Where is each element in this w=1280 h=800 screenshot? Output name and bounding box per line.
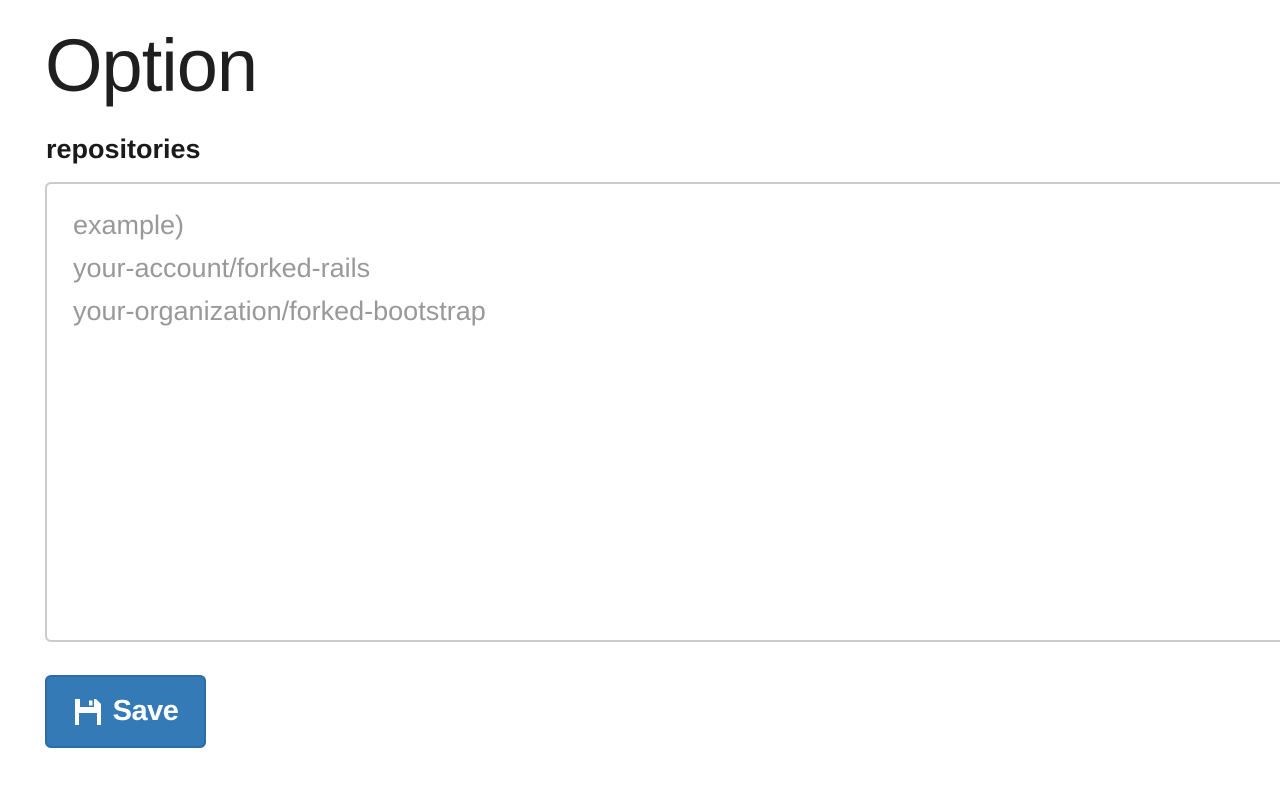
repositories-textarea[interactable] bbox=[45, 182, 1280, 642]
repositories-label: repositories bbox=[46, 134, 201, 164]
page-title: Option bbox=[45, 24, 258, 107]
options-page: Option repositories Save bbox=[0, 0, 1280, 800]
save-button[interactable]: Save bbox=[45, 675, 206, 748]
floppy-disk-icon bbox=[73, 697, 103, 727]
save-button-label: Save bbox=[112, 695, 179, 727]
